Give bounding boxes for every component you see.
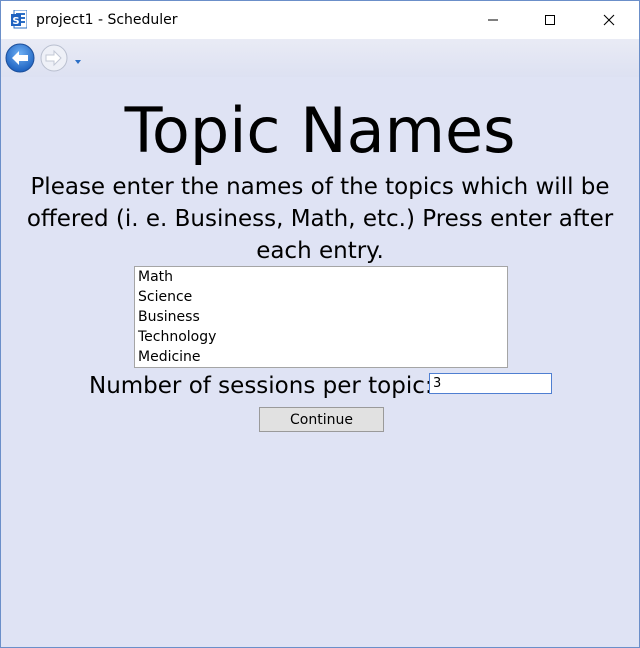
list-item[interactable]: Technology [135, 327, 507, 347]
list-item[interactable]: Medicine [135, 347, 507, 367]
chevron-down-icon[interactable] [72, 52, 84, 64]
app-window: S project1 - Scheduler Topic Names Pleas… [0, 0, 640, 648]
list-item[interactable]: Business [135, 307, 507, 327]
maximize-button[interactable] [527, 1, 573, 39]
sessions-label: Number of sessions per topic: [89, 373, 433, 399]
svg-text:S: S [12, 16, 19, 27]
list-item[interactable]: Science [135, 287, 507, 307]
list-item[interactable]: Math [135, 267, 507, 287]
minimize-icon [488, 19, 498, 21]
back-arrow-icon[interactable] [5, 43, 35, 73]
forward-arrow-icon[interactable] [40, 44, 68, 72]
close-icon [603, 14, 615, 26]
page-content: Topic Names Please enter the names of th… [1, 77, 639, 647]
page-title: Topic Names [124, 94, 516, 167]
continue-button[interactable]: Continue [259, 407, 384, 432]
title-bar[interactable]: S project1 - Scheduler [1, 1, 639, 39]
close-button[interactable] [586, 1, 632, 39]
navigation-bar [1, 39, 639, 77]
window-title: project1 - Scheduler [36, 12, 178, 28]
topic-list[interactable]: Math Science Business Technology Medicin… [134, 266, 508, 368]
maximize-icon [545, 15, 555, 25]
minimize-button[interactable] [470, 1, 516, 39]
instructions-text: Please enter the names of the topics whi… [26, 174, 614, 264]
sessions-input[interactable] [429, 373, 552, 394]
app-icon: S [11, 9, 28, 30]
